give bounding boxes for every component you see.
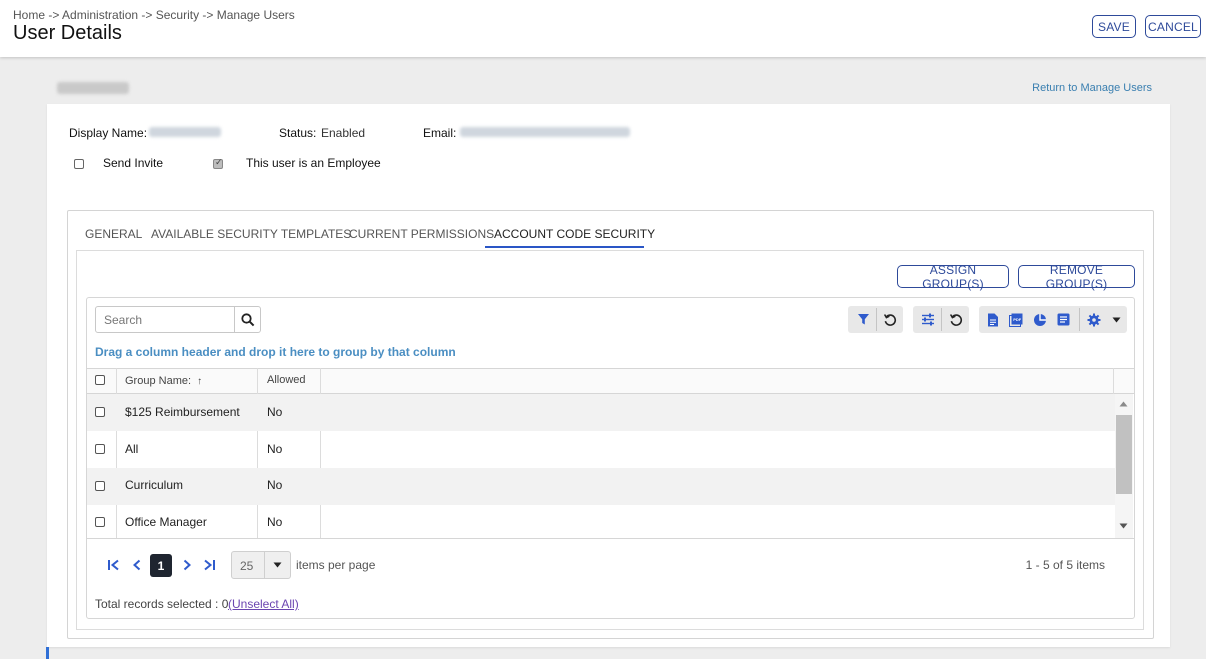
group-name-cell: Curriculum — [125, 478, 184, 492]
tab-general[interactable]: GENERAL — [85, 227, 142, 241]
row-checkbox[interactable] — [95, 517, 105, 527]
group-name-cell: $125 Reimbursement — [125, 405, 240, 419]
user-name-redacted — [57, 82, 129, 94]
page-size-value: 25 — [240, 559, 254, 573]
employee-checkbox[interactable] — [213, 157, 223, 169]
page-size-dropdown[interactable]: 25 — [231, 551, 291, 579]
sort-ascending-icon: ↑ — [197, 376, 203, 387]
tab-current-permissions[interactable]: CURRENT PERMISSIONS — [349, 227, 494, 241]
table-row[interactable]: Curriculum No — [87, 468, 1116, 505]
items-count: 1 - 5 of 5 items — [1025, 558, 1105, 572]
toolbar-divider — [1079, 308, 1080, 331]
tab-available-security-templates[interactable]: AVAILABLE SECURITY TEMPLATES — [151, 227, 351, 241]
unselect-all-link[interactable]: (Unselect All) — [228, 597, 299, 611]
scrollbar-thumb[interactable] — [1116, 415, 1132, 494]
search-icon[interactable] — [234, 307, 260, 332]
total-records-selected: Total records selected : 0 — [95, 597, 229, 611]
toolbar-divider — [941, 308, 942, 331]
row-checkbox[interactable] — [95, 444, 105, 454]
row-checkbox[interactable] — [95, 407, 105, 417]
row-checkbox[interactable] — [95, 481, 105, 491]
reset-filter-icon[interactable] — [877, 306, 903, 333]
next-page-icon[interactable] — [178, 556, 196, 574]
table-row[interactable]: $125 Reimbursement No — [87, 394, 1116, 431]
column-header-group-name[interactable]: Group Name: ↑ — [125, 375, 202, 387]
dropdown-arrow-icon — [264, 552, 290, 578]
scroll-up-icon[interactable] — [1119, 401, 1128, 407]
column-header-allowed[interactable]: Allowed — [267, 374, 306, 386]
group-name-cell: All — [125, 442, 139, 456]
send-invite-checkbox[interactable] — [74, 159, 84, 169]
sliders-icon[interactable] — [915, 306, 941, 333]
search-input[interactable] — [96, 307, 233, 332]
breadcrumb: Home -> Administration -> Security -> Ma… — [13, 8, 295, 22]
page-title: User Details — [13, 22, 122, 44]
employee-label: This user is an Employee — [246, 156, 381, 170]
remove-groups-button[interactable]: REMOVE GROUP(S) — [1018, 263, 1135, 291]
allowed-cell: No — [267, 442, 283, 456]
last-page-icon[interactable] — [200, 556, 218, 574]
scroll-down-icon[interactable] — [1119, 523, 1128, 529]
table-row[interactable]: Office Manager No — [87, 504, 1116, 538]
cancel-button[interactable]: CANCEL — [1145, 15, 1201, 38]
allowed-cell: No — [267, 478, 283, 492]
caret-down-icon[interactable] — [1103, 306, 1129, 333]
grid-header — [87, 368, 1134, 394]
list-icon[interactable] — [1050, 306, 1076, 333]
save-button[interactable]: SAVE — [1092, 15, 1136, 38]
active-tab-indicator — [485, 246, 644, 248]
left-accent-bar — [46, 647, 49, 659]
column-divider — [1113, 368, 1114, 394]
display-name-value-redacted — [149, 127, 221, 137]
allowed-cell: No — [267, 515, 283, 529]
display-name-label: Display Name: — [69, 126, 148, 140]
current-page-button[interactable]: 1 — [150, 554, 172, 577]
assign-groups-button[interactable]: ASSIGN GROUP(S) — [897, 263, 1009, 291]
email-label: Email: — [423, 126, 457, 140]
allowed-cell: No — [267, 405, 283, 419]
reset-columns-icon[interactable] — [943, 306, 969, 333]
previous-page-icon[interactable] — [128, 556, 146, 574]
send-invite-label: Send Invite — [103, 156, 164, 170]
group-name-cell: Office Manager — [125, 515, 207, 529]
tab-account-code-security[interactable]: ACCOUNT CODE SECURITY — [494, 227, 655, 241]
pdf-icon[interactable]: PDF — [1003, 306, 1029, 333]
first-page-icon[interactable] — [105, 556, 123, 574]
select-all-checkbox[interactable] — [95, 375, 105, 385]
status-value: Enabled — [321, 126, 366, 140]
items-per-page-label: items per page — [296, 558, 376, 572]
group-by-hint: Drag a column header and drop it here to… — [95, 345, 456, 359]
filter-icon[interactable] — [850, 306, 876, 333]
pager-divider — [87, 538, 1134, 539]
status-label: Status: — [279, 126, 317, 140]
svg-text:PDF: PDF — [1013, 317, 1022, 322]
return-to-manage-users-link[interactable]: Return to Manage Users — [1032, 82, 1152, 94]
email-value-redacted — [460, 127, 630, 137]
table-row[interactable]: All No — [87, 431, 1116, 468]
